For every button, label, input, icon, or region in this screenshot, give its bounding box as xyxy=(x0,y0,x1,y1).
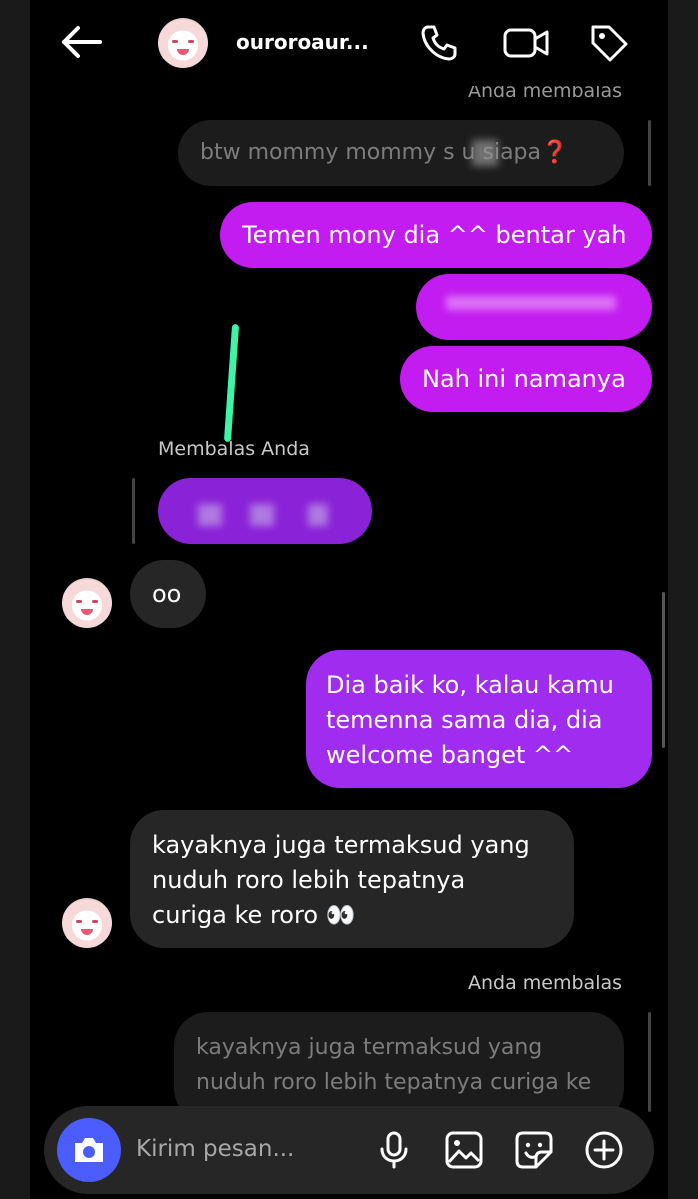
message-line: nuduh roro lebih tepatnya curiga ke xyxy=(196,1070,592,1095)
arrow-left-icon[interactable] xyxy=(58,24,104,60)
camera-icon xyxy=(75,1138,103,1162)
blurred-region xyxy=(250,504,274,526)
tag-icon[interactable] xyxy=(588,22,630,64)
sticker-icon[interactable] xyxy=(514,1130,554,1170)
chat-screen: ouroroaur... Anda membalas btw mommy mom… xyxy=(30,0,668,1199)
message-line: kayaknya juga termaksud yang xyxy=(152,831,530,859)
message-input[interactable]: Kirim pesan... xyxy=(136,1136,294,1162)
image-icon[interactable] xyxy=(444,1130,484,1170)
camera-button[interactable] xyxy=(57,1118,121,1182)
video-camera-icon[interactable] xyxy=(502,22,550,64)
quote-bar xyxy=(132,478,135,544)
contact-username[interactable]: ouroroaur... xyxy=(236,30,369,54)
message-outgoing[interactable]: Dia baik ko, kalau kamu temenna sama dia… xyxy=(306,650,652,788)
quoted-message[interactable]: btw mommy mommy s u siapa❓ xyxy=(178,120,624,186)
message-outgoing[interactable]: Nah ini namanya xyxy=(400,346,652,412)
message-composer: Kirim pesan... xyxy=(44,1106,654,1194)
chat-header: ouroroaur... xyxy=(30,0,668,86)
annotation-stroke xyxy=(223,323,240,443)
phone-icon[interactable] xyxy=(418,22,460,64)
message-outgoing[interactable]: Temen mony dia ^^ bentar yah xyxy=(220,202,652,268)
message-incoming[interactable]: oo xyxy=(130,560,206,628)
blurred-region xyxy=(472,140,498,166)
quote-bar xyxy=(648,120,651,186)
reply-label: Membalas Anda xyxy=(158,438,310,460)
message-line: Dia baik ko, kalau kamu xyxy=(326,671,614,699)
contact-avatar[interactable] xyxy=(158,18,208,68)
plus-circle-icon[interactable] xyxy=(584,1130,624,1170)
question-mark-icon: ❓ xyxy=(541,140,569,165)
blurred-region xyxy=(308,504,328,526)
contact-avatar[interactable] xyxy=(62,898,112,948)
message-line: curiga ke roro 👀 xyxy=(152,901,356,929)
blurred-region xyxy=(198,504,222,526)
message-line: kayaknya juga termaksud yang xyxy=(196,1035,543,1060)
microphone-icon[interactable] xyxy=(374,1130,414,1170)
blurred-region xyxy=(446,296,616,310)
reply-label: Anda membalas xyxy=(468,972,623,994)
message-line: temenna sama dia, dia xyxy=(326,706,603,734)
quoted-message-blurred[interactable] xyxy=(158,478,372,544)
scrollbar[interactable] xyxy=(662,592,665,748)
message-incoming[interactable]: kayaknya juga termaksud yang nuduh roro … xyxy=(130,810,574,948)
contact-avatar[interactable] xyxy=(62,578,112,628)
quote-bar xyxy=(648,1012,651,1112)
message-line: nuduh roro lebih tepatnya xyxy=(152,866,466,894)
message-outgoing-blurred[interactable] xyxy=(416,274,652,340)
message-line: welcome banget ^^ xyxy=(326,741,574,769)
